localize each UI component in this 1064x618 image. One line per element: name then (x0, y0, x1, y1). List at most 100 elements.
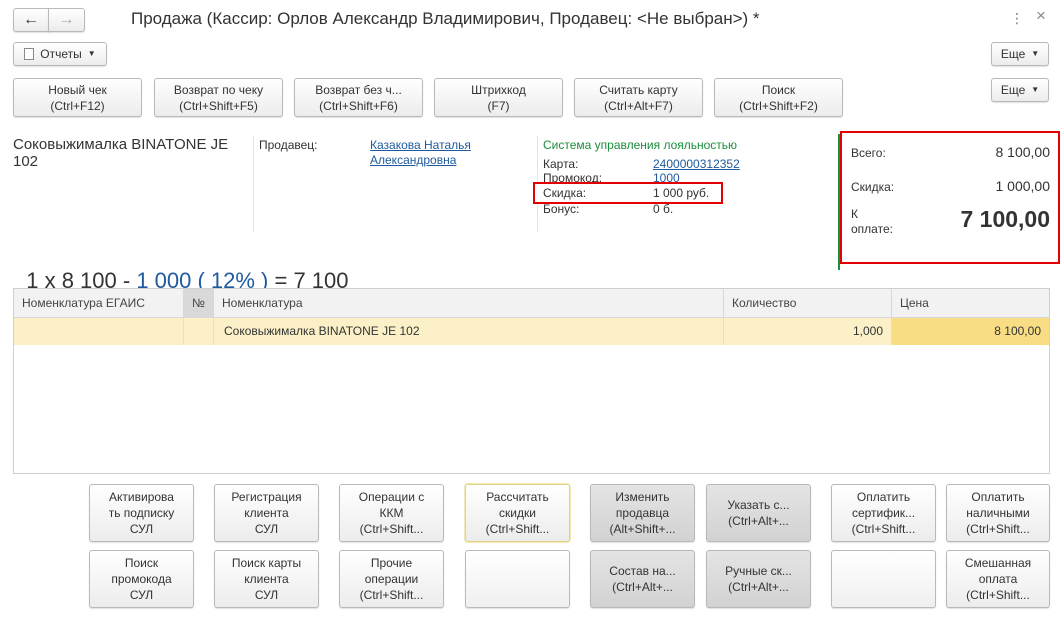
button-line: Оплатить (856, 490, 911, 504)
column-header-nomenclature[interactable]: Номенклатура (214, 289, 724, 318)
loyalty-title: Система управления лояльностью (543, 138, 738, 152)
new-receipt-shortcut: (Ctrl+F12) (50, 98, 105, 113)
button-line: Состав на... (609, 564, 676, 578)
bonus-value: 0 б. (653, 202, 674, 216)
close-icon[interactable]: × (1036, 6, 1046, 26)
price-formula: 1 х 8 100 - 1 000 ( 12% ) = 7 100 (14, 242, 348, 294)
register-client-button[interactable]: Регистрация клиента СУЛ (214, 484, 319, 542)
reports-label: Отчеты (40, 47, 82, 61)
more-dropdown-actions[interactable]: Еще ▼ (991, 78, 1049, 102)
button-line: СУЛ (129, 588, 154, 602)
card-number-link[interactable]: 2400000312352 (653, 157, 740, 171)
table-row-name-cell[interactable]: Соковыжималка BINATONE JE 102 (214, 318, 724, 345)
to-pay-label-2: оплате: (851, 222, 893, 236)
read-card-button[interactable]: Считать карту (Ctrl+Alt+F7) (574, 78, 703, 117)
button-line: наличными (966, 506, 1030, 520)
button-line: (Ctrl+Shift... (851, 522, 916, 536)
product-name: Соковыжималка BINATONE JE 102 (13, 136, 229, 170)
more-vertical-icon[interactable]: ⋮ (1010, 10, 1024, 27)
button-line: промокода (111, 572, 172, 586)
return-without-receipt-shortcut: (Ctrl+Shift+F6) (319, 98, 398, 113)
totals-discount-value: 1 000,00 (995, 178, 1051, 194)
button-line: СУЛ (129, 522, 154, 536)
calculate-discounts-button[interactable]: Рассчитать скидки (Ctrl+Shift... (465, 484, 570, 542)
seller-label: Продавец: (259, 138, 318, 152)
forward-button[interactable]: → (48, 8, 85, 32)
search-shortcut: (Ctrl+Shift+F2) (739, 98, 818, 113)
document-icon (24, 48, 35, 60)
column-header-quantity[interactable]: Количество (724, 289, 892, 318)
search-button[interactable]: Поиск (Ctrl+Shift+F2) (714, 78, 843, 117)
return-without-receipt-label: Возврат без ч... (315, 82, 402, 97)
caret-down-icon: ▼ (87, 49, 96, 58)
button-line: Регистрация (231, 490, 302, 504)
button-line: сертифик... (851, 506, 916, 520)
barcode-label: Штрихкод (471, 82, 526, 97)
search-label: Поиск (761, 82, 796, 97)
pay-certificate-button[interactable]: Оплатить сертифик... (Ctrl+Shift... (831, 484, 936, 542)
button-line: Поиск (124, 556, 159, 570)
button-line: (Alt+Shift+... (609, 522, 676, 536)
to-pay-label-1: К (851, 207, 858, 221)
change-seller-button[interactable]: Изменить продавца (Alt+Shift+... (590, 484, 695, 542)
discount-highlight (533, 182, 723, 204)
total-value: 8 100,00 (995, 144, 1051, 160)
button-line: (Ctrl+Alt+... (728, 580, 789, 594)
more-label: Еще (1000, 83, 1026, 97)
button-line: скидки (499, 506, 536, 520)
window-title: Продажа (Кассир: Орлов Александр Владими… (131, 9, 760, 28)
barcode-button[interactable]: Штрихкод (F7) (434, 78, 563, 117)
column-header-egais[interactable]: Номенклатура ЕГАИС (14, 289, 184, 318)
back-button[interactable]: ← (13, 8, 49, 32)
button-line: Ручные ск... (725, 564, 792, 578)
return-without-receipt-button[interactable]: Возврат без ч... (Ctrl+Shift+F6) (294, 78, 423, 117)
new-receipt-label: Новый чек (48, 82, 107, 97)
reports-dropdown[interactable]: Отчеты ▼ (13, 42, 107, 66)
other-operations-button[interactable]: Прочие операции (Ctrl+Shift... (339, 550, 444, 608)
activate-subscription-button[interactable]: Активирова ть подписку СУЛ (89, 484, 194, 542)
button-line: (Ctrl+Shift... (359, 522, 424, 536)
search-promo-button[interactable]: Поиск промокода СУЛ (89, 550, 194, 608)
button-line: (Ctrl+Alt+... (612, 580, 673, 594)
to-pay-value: 7 100,00 (960, 206, 1050, 232)
button-line: Поиск карты (231, 556, 302, 570)
bonus-label: Бонус: (543, 202, 580, 216)
pay-cash-button[interactable]: Оплатить наличными (Ctrl+Shift... (946, 484, 1050, 542)
button-line: оплата (978, 572, 1018, 586)
button-line: клиента (244, 506, 289, 520)
button-line: (Ctrl+Alt+... (728, 514, 789, 528)
new-receipt-button[interactable]: Новый чек (Ctrl+F12) (13, 78, 142, 117)
button-line: Смешанная (964, 556, 1032, 570)
specify-button[interactable]: Указать с... (Ctrl+Alt+... (706, 484, 811, 542)
return-by-receipt-label: Возврат по чеку (173, 82, 264, 97)
table-row-egais-cell[interactable] (14, 318, 184, 345)
totals-discount-label: Скидка: (851, 180, 895, 194)
barcode-shortcut: (F7) (487, 98, 510, 113)
table-row-quantity-cell[interactable]: 1,000 (724, 318, 892, 345)
card-label: Карта: (543, 157, 579, 171)
empty-button-slot[interactable] (465, 550, 570, 608)
kkm-operations-button[interactable]: Операции с ККМ (Ctrl+Shift... (339, 484, 444, 542)
return-by-receipt-button[interactable]: Возврат по чеку (Ctrl+Shift+F5) (154, 78, 283, 117)
more-label: Еще (1000, 47, 1026, 61)
mixed-payment-button[interactable]: Смешанная оплата (Ctrl+Shift... (946, 550, 1050, 608)
button-line: продавца (615, 506, 670, 520)
button-line: Изменить (615, 490, 670, 504)
more-dropdown-top[interactable]: Еще ▼ (991, 42, 1049, 66)
empty-button-slot[interactable] (831, 550, 936, 608)
table-row-number-cell[interactable] (184, 318, 214, 345)
caret-down-icon: ▼ (1031, 49, 1040, 58)
column-header-number[interactable]: № (184, 289, 214, 318)
table-row-price-cell[interactable]: 8 100,00 (892, 318, 1049, 345)
button-line: (Ctrl+Shift... (485, 522, 550, 536)
column-header-price[interactable]: Цена (892, 289, 1049, 318)
button-line: клиента (244, 572, 289, 586)
composition-button[interactable]: Состав на... (Ctrl+Alt+... (590, 550, 695, 608)
button-line: (Ctrl+Shift... (966, 588, 1030, 602)
seller-name-link[interactable]: Казакова Наталья Александровна (370, 138, 500, 168)
button-line: Указать с... (727, 498, 790, 512)
button-line: Операции с (358, 490, 425, 504)
manual-discounts-button[interactable]: Ручные ск... (Ctrl+Alt+... (706, 550, 811, 608)
button-line: ККМ (379, 506, 404, 520)
search-client-card-button[interactable]: Поиск карты клиента СУЛ (214, 550, 319, 608)
